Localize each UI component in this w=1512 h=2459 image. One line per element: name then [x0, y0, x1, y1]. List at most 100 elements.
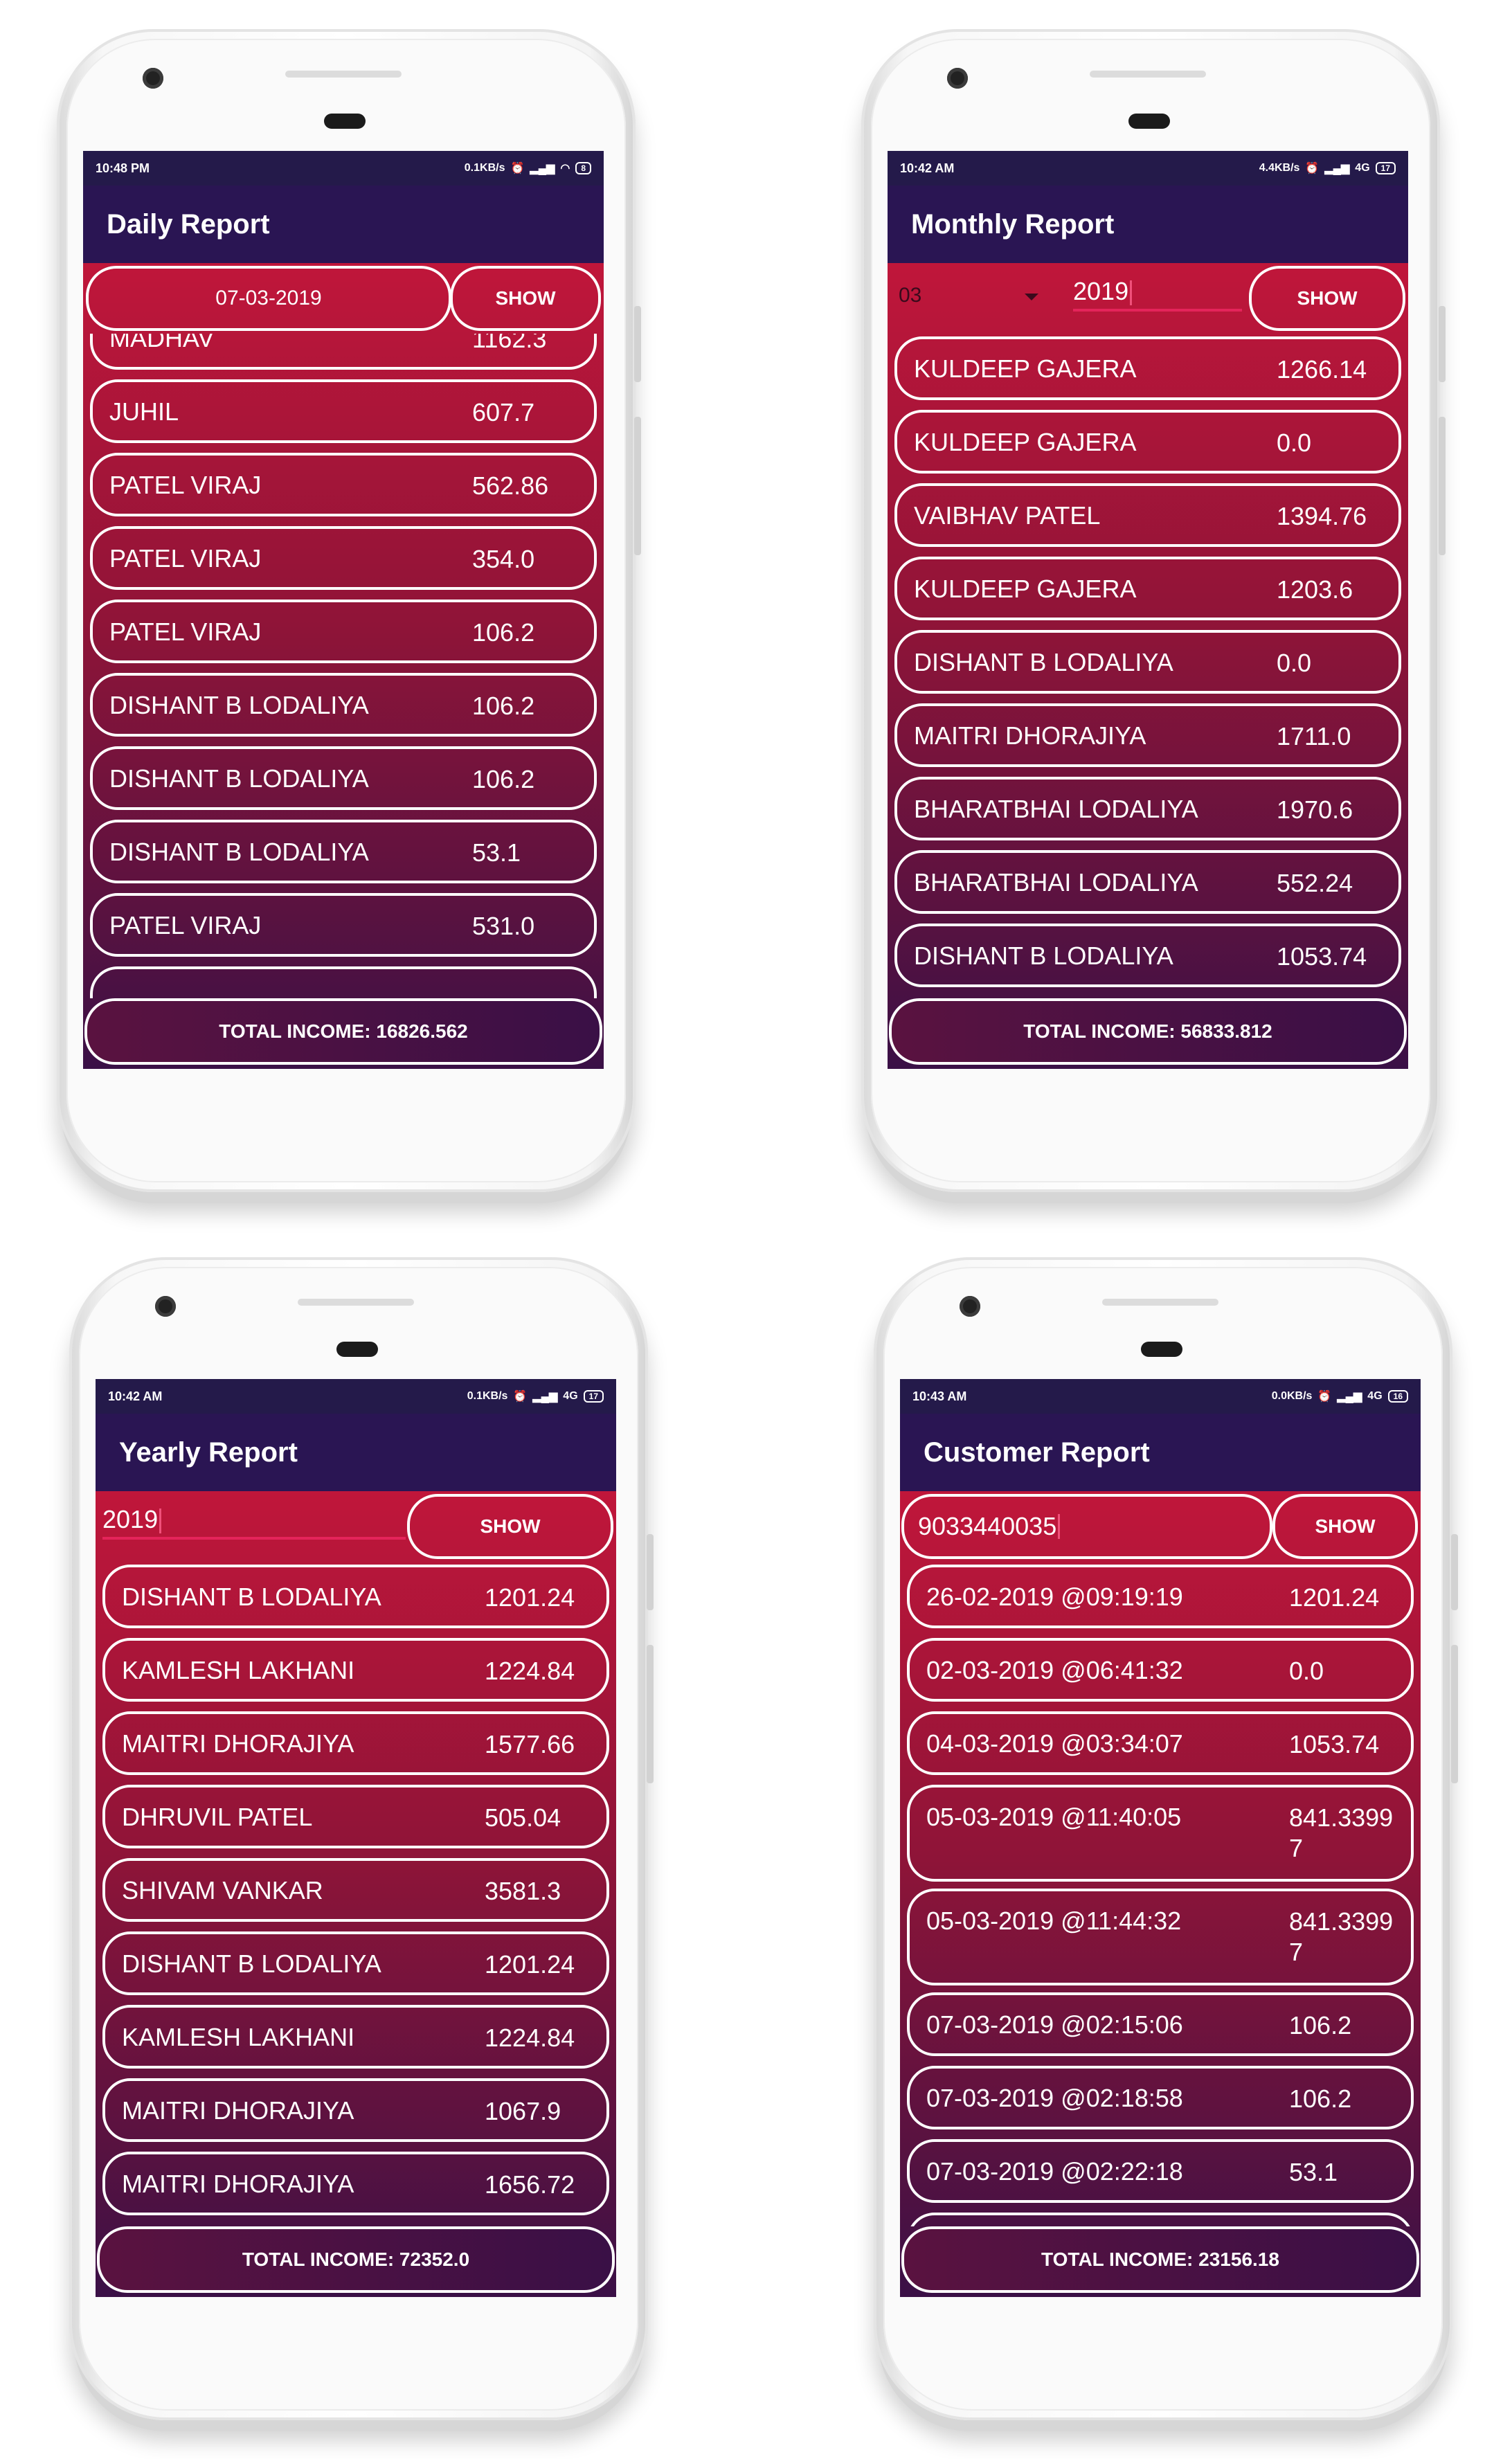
proximity-sensor: [324, 114, 366, 129]
list-item[interactable]: KULDEEP GAJERA 1266.14: [894, 336, 1401, 400]
list-item[interactable]: SHIVAM VANKAR 3581.3: [102, 1858, 609, 1922]
status-bar: 10:42 AM 4.4KB/s ⏰ ▂▄▆ 4G 17: [888, 151, 1408, 186]
month-dropdown[interactable]: 03: [899, 284, 921, 307]
report-list[interactable]: MADHAV 1162.3 JUHIL 607.7 PATEL VIRAJ 562.8…: [83, 334, 604, 998]
list-item[interactable]: MAITRI DHORAJIYA 1711.0: [894, 703, 1401, 767]
list-item[interactable]: 02-03-2019 @06:41:32 0.0: [907, 1638, 1414, 1702]
list-item[interactable]: 07-03-2019 @02:15:06 106.2: [907, 1992, 1414, 2056]
list-item[interactable]: 04-03-2019 @03:34:07 1053.74: [907, 1711, 1414, 1775]
filter-bar: 9033440035 SHOW: [900, 1491, 1421, 1562]
list-item[interactable]: DISHANT B LODALIYA 1201.24: [102, 1931, 609, 1995]
proximity-sensor: [336, 1342, 378, 1357]
show-button[interactable]: SHOW: [1249, 266, 1405, 331]
network-speed: 4.4KB/s: [1259, 162, 1300, 174]
show-button[interactable]: SHOW: [1272, 1494, 1418, 1559]
list-item[interactable]: DHRUVIL PATEL 505.04: [102, 1785, 609, 1848]
power-button: [1439, 417, 1446, 555]
status-bar: 10:48 PM 0.1KB/s ⏰ ▂▄▆ ◠ 8: [83, 151, 604, 186]
list-item[interactable]: JUHIL 607.7: [90, 379, 597, 443]
front-camera: [947, 68, 968, 89]
report-list[interactable]: DISHANT B LODALIYA 1201.24 KAMLESH LAKHAN…: [96, 1562, 616, 2226]
status-time: 10:48 PM: [96, 161, 150, 175]
proximity-sensor: [1141, 1342, 1182, 1357]
list-item[interactable]: MAITRI DHORAJIYA 1656.72: [102, 2152, 609, 2215]
chevron-down-icon[interactable]: [1025, 294, 1038, 300]
power-button: [1451, 1645, 1458, 1783]
list-item[interactable]: KULDEEP GAJERA 1203.6: [894, 557, 1401, 620]
list-item[interactable]: DISHANT B LODALIYA 53.1: [90, 820, 597, 883]
list-item[interactable]: 05-03-2019 @11:44:32 841.3399 7: [907, 1889, 1414, 1985]
battery-icon: 16: [1387, 1390, 1408, 1403]
status-time: 10:43 AM: [912, 1389, 967, 1403]
filter-bar: 03 2019 SHOW: [888, 263, 1408, 334]
volume-button: [1439, 306, 1446, 382]
list-item[interactable]: BHARATBHAI LODALIYA 552.24: [894, 850, 1401, 914]
list-item[interactable]: BHARATBHAI LODALIYA 1970.6: [894, 777, 1401, 840]
list-item[interactable]: MAITRI DHORAJIYA 1067.9: [102, 2078, 609, 2142]
status-time: 10:42 AM: [108, 1389, 163, 1403]
date-picker[interactable]: 07-03-2019: [86, 266, 451, 331]
signal-icon: ▂▄▆: [1337, 1391, 1362, 1403]
report-content: 03 2019 SHOW KULDEEP GAJERA 1266.14 KULDE…: [888, 263, 1408, 1069]
list-item[interactable]: KULDEEP GAJERA 0.0: [894, 410, 1401, 474]
earpiece-speaker: [1102, 1299, 1218, 1306]
total-income: TOTAL INCOME: 16826.562: [84, 998, 602, 1065]
earpiece-speaker: [1090, 71, 1206, 78]
network-speed: 0.0KB/s: [1271, 1390, 1313, 1402]
earpiece-speaker: [298, 1299, 414, 1306]
front-camera: [960, 1296, 980, 1317]
status-bar: 10:42 AM 0.1KB/s ⏰ ▂▄▆ 4G 17: [96, 1379, 616, 1414]
year-input[interactable]: 2019: [102, 1505, 406, 1540]
list-item[interactable]: PATEL VIRAJ 354.0: [90, 526, 597, 590]
network-speed: 0.1KB/s: [464, 162, 505, 174]
power-button: [634, 417, 641, 555]
list-item[interactable]: MADHAV 1162.3: [90, 334, 597, 370]
list-item[interactable]: 05-03-2019 @11:40:05 841.3399 7: [907, 1785, 1414, 1882]
list-item[interactable]: DISHANT B LODALIYA 0.0: [894, 630, 1401, 694]
total-income: TOTAL INCOME: 72352.0: [97, 2226, 615, 2293]
power-button: [647, 1645, 654, 1783]
page-title: Monthly Report: [888, 186, 1408, 263]
report-content: 9033440035 SHOW 26-02-2019 @09:19:19 1201…: [900, 1491, 1421, 2297]
status-time: 10:42 AM: [900, 161, 955, 175]
list-item[interactable]: MAITRI DHORAJIYA 1577.66: [102, 1711, 609, 1775]
list-item[interactable]: DISHANT B LODALIYA 106.2: [90, 673, 597, 737]
network-speed: 0.1KB/s: [467, 1390, 508, 1402]
list-item-partial[interactable]: [907, 2213, 1414, 2226]
volume-button: [647, 1534, 654, 1610]
network-type: 4G: [563, 1390, 578, 1402]
list-item[interactable]: 07-03-2019 @02:22:18 53.1: [907, 2139, 1414, 2203]
page-title: Customer Report: [900, 1414, 1421, 1491]
list-item[interactable]: VAIBHAV PATEL 1394.76: [894, 483, 1401, 547]
list-item-partial[interactable]: [90, 966, 597, 998]
earpiece-speaker: [285, 71, 402, 78]
list-item[interactable]: DISHANT B LODALIYA 1053.74: [894, 924, 1401, 987]
page-title: Yearly Report: [96, 1414, 616, 1491]
total-income: TOTAL INCOME: 56833.812: [889, 998, 1407, 1065]
list-item[interactable]: 26-02-2019 @09:19:19 1201.24: [907, 1565, 1414, 1628]
text-cursor: [1058, 1514, 1061, 1539]
report-content: 2019 SHOW DISHANT B LODALIYA 1201.24 KAML…: [96, 1491, 616, 2297]
report-list[interactable]: 26-02-2019 @09:19:19 1201.24 02-03-2019 @…: [900, 1562, 1421, 2226]
report-list[interactable]: KULDEEP GAJERA 1266.14 KULDEEP GAJERA 0.0 …: [888, 334, 1408, 998]
battery-icon: 17: [583, 1390, 604, 1403]
list-item[interactable]: DISHANT B LODALIYA 106.2: [90, 746, 597, 810]
signal-icon: ▂▄▆: [1324, 163, 1350, 174]
year-input[interactable]: 2019: [1073, 277, 1242, 312]
list-item[interactable]: PATEL VIRAJ 106.2: [90, 600, 597, 663]
battery-icon: 8: [575, 162, 591, 174]
filter-bar: 2019 SHOW: [96, 1491, 616, 1562]
list-item[interactable]: KAMLESH LAKHANI 1224.84: [102, 2005, 609, 2069]
signal-icon: ▂▄▆: [532, 1391, 558, 1403]
volume-button: [634, 306, 641, 382]
phone-number-input[interactable]: 9033440035: [901, 1494, 1272, 1559]
show-button[interactable]: SHOW: [450, 266, 601, 331]
list-item[interactable]: DISHANT B LODALIYA 1201.24: [102, 1565, 609, 1628]
text-cursor: [1130, 280, 1133, 306]
list-item[interactable]: 07-03-2019 @02:18:58 106.2: [907, 2066, 1414, 2129]
screen-yearly: 10:42 AM 0.1KB/s ⏰ ▂▄▆ 4G 17 Yearly Repo…: [96, 1379, 616, 2297]
list-item[interactable]: PATEL VIRAJ 562.86: [90, 453, 597, 516]
show-button[interactable]: SHOW: [407, 1494, 613, 1559]
list-item[interactable]: KAMLESH LAKHANI 1224.84: [102, 1638, 609, 1702]
list-item[interactable]: PATEL VIRAJ 531.0: [90, 893, 597, 957]
